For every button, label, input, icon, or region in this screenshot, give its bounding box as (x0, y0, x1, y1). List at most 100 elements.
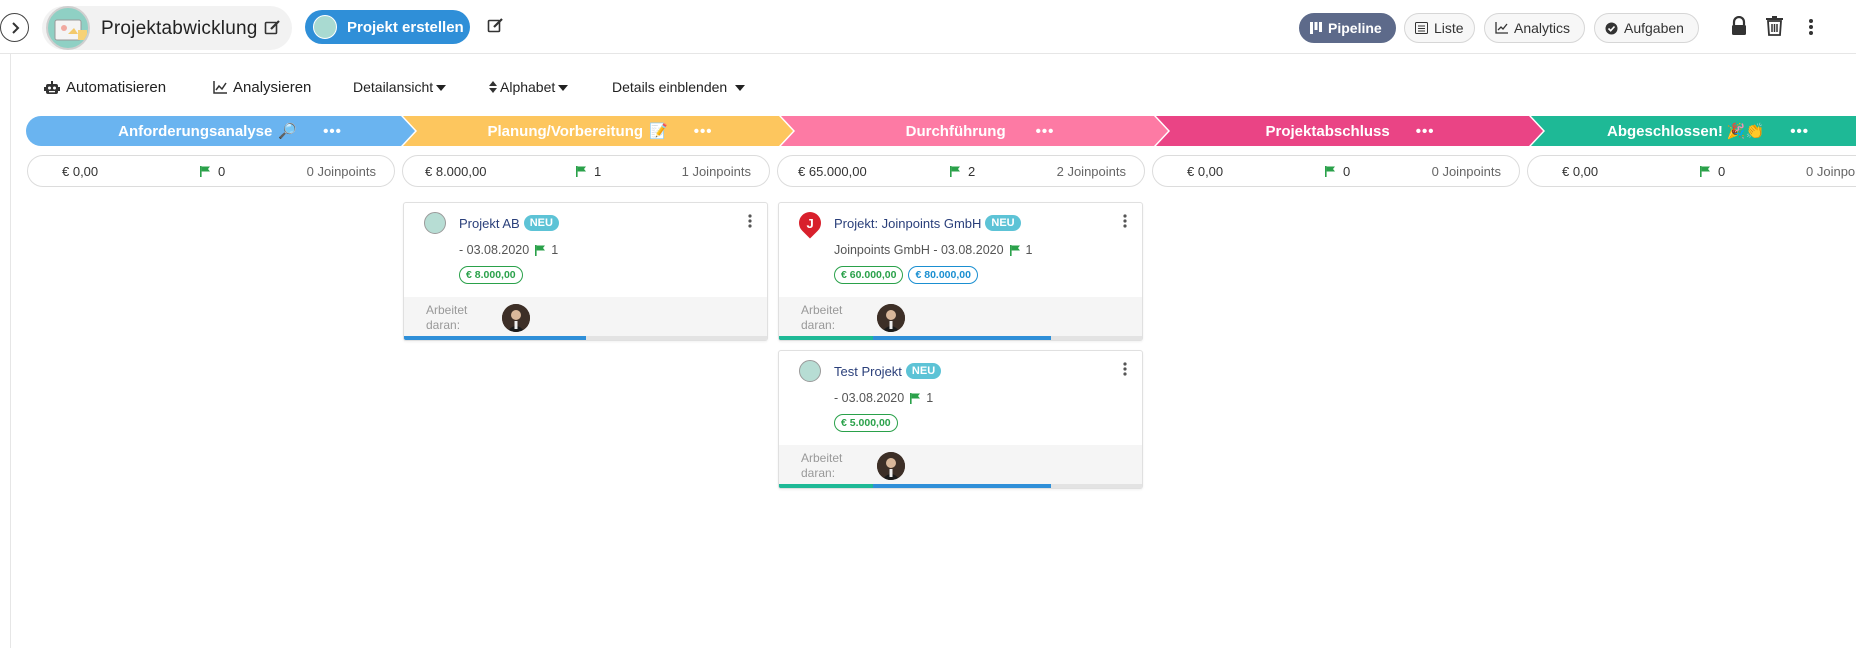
expand-sidebar-button[interactable] (0, 13, 29, 42)
view-pipeline-label: Pipeline (1328, 20, 1382, 36)
assignee-avatar[interactable] (877, 452, 905, 480)
caret-down-icon (558, 85, 569, 91)
view-pipeline-button[interactable]: Pipeline (1299, 13, 1396, 43)
stage-name: Projektabschluss (1265, 122, 1390, 140)
flag-icon (950, 166, 960, 177)
chevron-right-icon (11, 21, 19, 34)
progress-segment-blue (404, 336, 586, 340)
caret-down-icon (436, 85, 447, 91)
create-project-button[interactable]: Projekt erstellen (305, 10, 470, 44)
progress-segment-green (779, 336, 874, 340)
project-card[interactable]: Test Projekt NEU - 03.08.2020 1 € 5.000,… (778, 350, 1143, 489)
stage-count-value: 1 (594, 164, 602, 179)
stage-joinpoints: 0 Joinpoints (1431, 164, 1501, 179)
party-clap-icon: 🎉👏 (1726, 123, 1765, 140)
project-mini-icon (313, 15, 337, 39)
project-card-footer: Arbeitet daran: (404, 297, 767, 337)
view-list-button[interactable]: Liste (1404, 13, 1475, 43)
project-card-title-text: Projekt AB (459, 215, 520, 231)
edit-title-icon[interactable] (264, 19, 281, 36)
stage-name: Planung/Vorbereitung (487, 122, 644, 140)
card-menu-icon[interactable] (748, 214, 752, 228)
project-card-title[interactable]: Projekt AB NEU (459, 215, 559, 231)
card-menu-icon[interactable] (1123, 214, 1127, 228)
top-bar: Projektabwicklung Projekt erstellen Pipe… (0, 0, 1856, 54)
view-analytics-button[interactable]: Analytics (1484, 13, 1585, 43)
project-card-task-count: 1 (1025, 243, 1033, 257)
stage-menu-icon[interactable]: ••• (1036, 123, 1055, 140)
analytics-icon (1495, 22, 1508, 34)
amount-pill: € 5.000,00 (834, 414, 898, 432)
show-details-label: Details einblenden (612, 79, 728, 95)
project-card[interactable]: Projekt AB NEU - 03.08.2020 1 € 8.000,00… (403, 202, 768, 341)
detail-view-dropdown[interactable]: Detailansicht (353, 79, 447, 95)
new-badge: NEU (985, 215, 1021, 231)
project-card-date: - 03.08.2020 (459, 243, 530, 257)
stage-name: Anforderungsanalyse (118, 122, 273, 140)
stage-summary-planung: € 8.000,00 1 1 Joinpoints (402, 155, 770, 187)
project-card-meta: - 03.08.2020 1 (834, 391, 933, 405)
flag-icon (576, 166, 586, 177)
stage-header-anforderungsanalyse: Anforderungsanalyse 🔎 ••• (60, 116, 400, 146)
stage-menu-icon[interactable]: ••• (694, 123, 713, 140)
company-logo-icon: J (794, 207, 826, 239)
working-on-label: Arbeitet daran: (426, 303, 468, 332)
assignee-avatar[interactable] (502, 304, 530, 332)
view-list-label: Liste (1434, 20, 1464, 36)
stage-menu-icon[interactable]: ••• (1790, 123, 1809, 140)
card-menu-icon[interactable] (1123, 362, 1127, 376)
stage-summary-abgeschlossen: € 0,00 0 0 Joinpoints (1527, 155, 1856, 187)
stage-name: Durchführung (905, 122, 1006, 140)
stage-menu-icon[interactable]: ••• (323, 123, 342, 140)
show-details-dropdown[interactable]: Details einblenden (612, 79, 746, 95)
project-card-meta: - 03.08.2020 1 (459, 243, 558, 257)
pipeline-icon (1310, 22, 1322, 34)
project-card-avatar (799, 360, 821, 382)
analyze-button[interactable]: Analysieren (213, 79, 311, 96)
person-photo-icon (877, 452, 905, 480)
project-card[interactable]: J Projekt: Joinpoints GmbH NEU Joinpoint… (778, 202, 1143, 341)
create-project-label: Projekt erstellen (347, 18, 464, 36)
working-on-label: Arbeitet daran: (801, 303, 843, 332)
stage-menu-icon[interactable]: ••• (1416, 123, 1435, 140)
stage-count-value: 0 (1343, 164, 1351, 179)
stage-joinpoints: 1 Joinpoints (681, 164, 751, 179)
project-avatar[interactable] (46, 6, 90, 50)
stage-amount: € 0,00 (1562, 164, 1599, 179)
caret-down-icon (735, 85, 746, 91)
edit-pipeline-icon[interactable] (487, 17, 504, 34)
trash-icon[interactable] (1766, 16, 1783, 36)
more-vertical-icon[interactable] (1808, 18, 1814, 36)
stage-count: 0 (1325, 164, 1350, 179)
stage-count: 0 (1700, 164, 1725, 179)
progress-segment-green (779, 484, 874, 488)
project-card-title[interactable]: Projekt: Joinpoints GmbH NEU (834, 215, 1021, 231)
stage-count-value: 0 (1718, 164, 1726, 179)
stage-summary-durchfuehrung: € 65.000,00 2 2 Joinpoints (777, 155, 1145, 187)
project-card-date: Joinpoints GmbH - 03.08.2020 (834, 243, 1004, 257)
stage-amount: € 0,00 (62, 164, 99, 179)
flag-icon (535, 244, 546, 256)
automate-button[interactable]: Automatisieren (44, 79, 166, 96)
sort-label: Alphabet (500, 79, 556, 95)
analyze-label: Analysieren (233, 79, 312, 96)
assignee-avatar[interactable] (877, 304, 905, 332)
sort-icon (489, 81, 497, 93)
stage-amount: € 65.000,00 (798, 164, 867, 179)
amount-pill: € 60.000,00 (834, 266, 904, 284)
project-card-title[interactable]: Test Projekt NEU (834, 363, 942, 379)
flag-icon (1700, 166, 1710, 177)
stage-count: 2 (950, 164, 975, 179)
stage-amount: € 8.000,00 (425, 164, 487, 179)
project-card-amounts: € 5.000,00 (834, 414, 903, 432)
stage-joinpoints: 0 Joinpoints (306, 164, 376, 179)
new-badge: NEU (523, 215, 559, 231)
sort-dropdown[interactable]: Alphabet (489, 79, 569, 95)
project-card-amounts: € 60.000,00 € 80.000,00 (834, 266, 983, 284)
left-divider (10, 54, 11, 648)
lock-icon[interactable] (1730, 16, 1748, 36)
check-circle-icon (1605, 22, 1618, 34)
stage-summary-anforderungsanalyse: € 0,00 0 0 Joinpoints (27, 155, 395, 187)
view-tasks-button[interactable]: Aufgaben (1594, 13, 1699, 43)
robot-icon (44, 80, 60, 94)
